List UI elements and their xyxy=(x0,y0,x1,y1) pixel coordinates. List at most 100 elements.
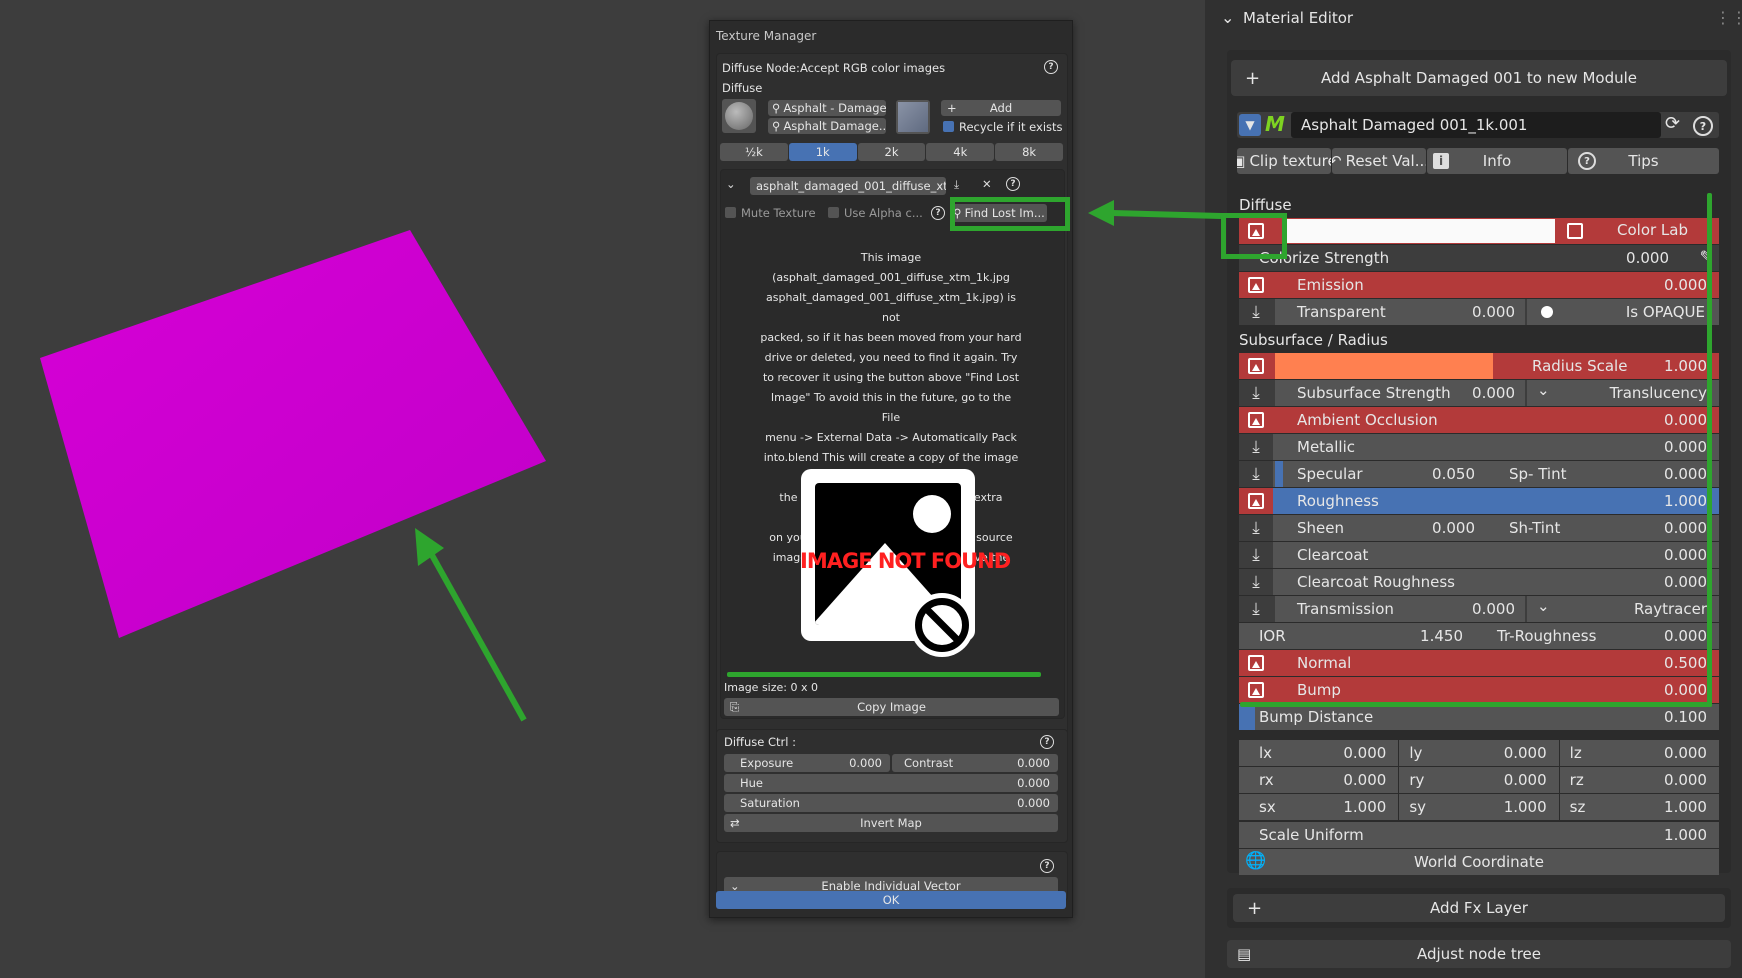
magenta-plane[interactable] xyxy=(40,230,546,638)
texture-button-2[interactable]: ⚲ Asphalt Damage... xyxy=(768,118,886,134)
metallic-download-button[interactable]: ⤓ xyxy=(1239,434,1273,460)
metallic-row[interactable]: ⤓ Metallic 0.000 xyxy=(1239,434,1719,460)
drag-handle-icon[interactable]: ⋮⋮ xyxy=(1715,8,1742,27)
opaque-toggle[interactable]: Is OPAQUE xyxy=(1527,299,1719,325)
emission-image-button[interactable] xyxy=(1239,272,1273,298)
radius-color-swatch[interactable] xyxy=(1275,353,1493,379)
help-icon[interactable]: ? xyxy=(931,206,945,220)
refresh-icon[interactable]: ⟳ xyxy=(1665,113,1680,134)
ambient-occlusion-row[interactable]: Ambient Occlusion 0.000 xyxy=(1239,407,1719,433)
info-button[interactable]: i Info xyxy=(1427,148,1567,174)
sx-field[interactable]: sx 1.000 xyxy=(1239,794,1399,820)
clearcoat-roughness-row[interactable]: ⤓ Clearcoat Roughness 0.000 xyxy=(1239,569,1719,595)
help-icon[interactable]: ? xyxy=(1044,60,1058,74)
clearcoat-download-button[interactable]: ⤓ xyxy=(1239,542,1273,568)
sheen-download-button[interactable]: ⤓ xyxy=(1239,515,1273,541)
tr-roughness-field[interactable]: Tr-Roughness 0.000 xyxy=(1475,623,1719,649)
ior-field[interactable]: IOR 1.450 xyxy=(1239,623,1473,649)
recycle-checkbox[interactable] xyxy=(943,121,954,132)
ly-field[interactable]: ly 0.000 xyxy=(1399,740,1559,766)
raytracer-toggle[interactable]: ⌄ Raytracer xyxy=(1527,596,1719,622)
help-icon[interactable]: ? xyxy=(1040,859,1054,873)
color-lab-label[interactable]: Color Lab xyxy=(1617,221,1688,239)
lx-field[interactable]: lx 0.000 xyxy=(1239,740,1399,766)
rz-field[interactable]: rz 0.000 xyxy=(1559,767,1719,793)
diffuse-color-swatch[interactable] xyxy=(1285,219,1555,243)
sy-field[interactable]: sy 1.000 xyxy=(1399,794,1559,820)
lz-field[interactable]: lz 0.000 xyxy=(1559,740,1719,766)
scale-uniform-row[interactable]: Scale Uniform 1.000 xyxy=(1239,822,1719,848)
translucency-toggle[interactable]: ⌄ Translucency xyxy=(1527,380,1719,406)
copy-image-button[interactable]: ⎘ Copy Image xyxy=(724,698,1059,716)
roughness-row[interactable]: Roughness 1.000 xyxy=(1239,488,1719,514)
res-tab-half[interactable]: ½k xyxy=(720,143,788,161)
specular-field[interactable]: Specular 0.050 xyxy=(1283,461,1485,487)
material-name-field[interactable]: Asphalt Damaged 001_1k.001 xyxy=(1291,112,1661,138)
rx-field[interactable]: rx 0.000 xyxy=(1239,767,1399,793)
transparent-download-button[interactable]: ⤓ xyxy=(1239,299,1273,325)
sheen-field[interactable]: Sheen 0.000 xyxy=(1275,515,1485,541)
invert-map-button[interactable]: ⇄ Invert Map xyxy=(724,814,1058,832)
radius-image-button[interactable] xyxy=(1239,353,1273,379)
saturation-field[interactable]: Saturation 0.000 xyxy=(724,794,1058,812)
world-coordinate-button[interactable]: 🌐 World Coordinate xyxy=(1239,849,1719,875)
transparent-field[interactable]: Transparent 0.000 xyxy=(1275,299,1525,325)
clip-texture-button[interactable]: ▣ Clip texture xyxy=(1237,148,1331,174)
roughness-image-button[interactable] xyxy=(1239,488,1273,514)
transmission-download-button[interactable]: ⤓ xyxy=(1239,596,1273,622)
texture-button-1[interactable]: ⚲ Asphalt - Damaged xyxy=(768,100,886,116)
add-fx-layer-button[interactable]: + Add Fx Layer xyxy=(1233,894,1725,922)
normal-row[interactable]: Normal 0.500 xyxy=(1239,650,1719,676)
bump-distance-value: 0.100 xyxy=(1664,708,1707,726)
res-tab-4k[interactable]: 4k xyxy=(926,143,995,161)
res-tab-2k[interactable]: 2k xyxy=(857,143,926,161)
help-icon[interactable]: ? xyxy=(1006,177,1020,191)
exposure-field[interactable]: Exposure 0.000 xyxy=(724,754,890,772)
help-icon[interactable]: ? xyxy=(1040,735,1054,749)
reset-values-button[interactable]: ↶ Reset Val... xyxy=(1332,148,1426,174)
chevron-down-icon[interactable]: ⌄ xyxy=(726,177,736,191)
specular-download-button[interactable]: ⤓ xyxy=(1239,461,1273,487)
material-type-dropdown[interactable]: ▼ xyxy=(1239,114,1261,136)
ao-image-button[interactable] xyxy=(1239,407,1273,433)
bump-distance-row[interactable]: Bump Distance 0.100 xyxy=(1239,704,1719,730)
ok-button[interactable]: OK xyxy=(716,891,1066,909)
ry-field[interactable]: ry 0.000 xyxy=(1399,767,1559,793)
sptint-field[interactable]: Sp- Tint 0.000 xyxy=(1487,461,1719,487)
res-tab-8k[interactable]: 8k xyxy=(995,143,1063,161)
bump-image-button[interactable] xyxy=(1239,677,1273,703)
clearcoat-row[interactable]: ⤓ Clearcoat 0.000 xyxy=(1239,542,1719,568)
transparent-value: 0.000 xyxy=(1472,303,1515,321)
texture-manager-dialog: Texture Manager Diffuse Node: Accept RGB… xyxy=(709,20,1073,918)
transmission-field[interactable]: Transmission 0.000 xyxy=(1275,596,1525,622)
download-icon[interactable]: ⤓ xyxy=(954,177,959,192)
scale-uniform-value: 1.000 xyxy=(1664,826,1707,844)
sz-field[interactable]: sz 1.000 xyxy=(1559,794,1719,820)
tips-button[interactable]: ? Tips xyxy=(1568,148,1719,174)
colorize-strength-row[interactable]: Colorize Strength 0.000 ✎ xyxy=(1239,245,1719,271)
help-icon[interactable]: ? xyxy=(1693,116,1713,136)
shtint-field[interactable]: Sh-Tint 0.000 xyxy=(1487,515,1719,541)
radius-scale-row[interactable]: Radius Scale 1.000 xyxy=(1239,353,1719,379)
texture-thumbnail[interactable] xyxy=(896,100,930,134)
subsurface-section-label: Subsurface / Radius xyxy=(1239,331,1388,349)
contrast-field[interactable]: Contrast 0.000 xyxy=(892,754,1058,772)
res-tab-1k[interactable]: 1k xyxy=(788,143,857,161)
invert-map-label: Invert Map xyxy=(860,816,922,830)
subsurface-strength-field[interactable]: Subsurface Strength 0.000 xyxy=(1275,380,1525,406)
emission-row[interactable]: Emission 0.000 xyxy=(1239,272,1719,298)
hue-field[interactable]: Hue 0.000 xyxy=(724,774,1058,792)
collapse-chevron-icon[interactable]: ⌄ xyxy=(1221,8,1234,27)
normal-image-button[interactable] xyxy=(1239,650,1273,676)
mute-texture-checkbox[interactable] xyxy=(725,207,736,218)
subsurface-download-button[interactable]: ⤓ xyxy=(1239,380,1273,406)
bump-row[interactable]: Bump 0.000 xyxy=(1239,677,1719,703)
close-icon[interactable]: ✕ xyxy=(982,177,992,191)
adjust-node-tree-button[interactable]: ▤ Adjust node tree xyxy=(1227,940,1731,968)
use-alpha-checkbox[interactable] xyxy=(828,207,839,218)
add-module-button[interactable]: + Add Asphalt Damaged 001 to new Module xyxy=(1231,60,1727,96)
sphere-preview[interactable] xyxy=(722,99,756,133)
filename-field[interactable]: asphalt_damaged_001_diffuse_xtm_1k... xyxy=(750,177,946,195)
add-button[interactable]: + Add xyxy=(941,100,1061,116)
cc-roughness-download-button[interactable]: ⤓ xyxy=(1239,569,1273,595)
